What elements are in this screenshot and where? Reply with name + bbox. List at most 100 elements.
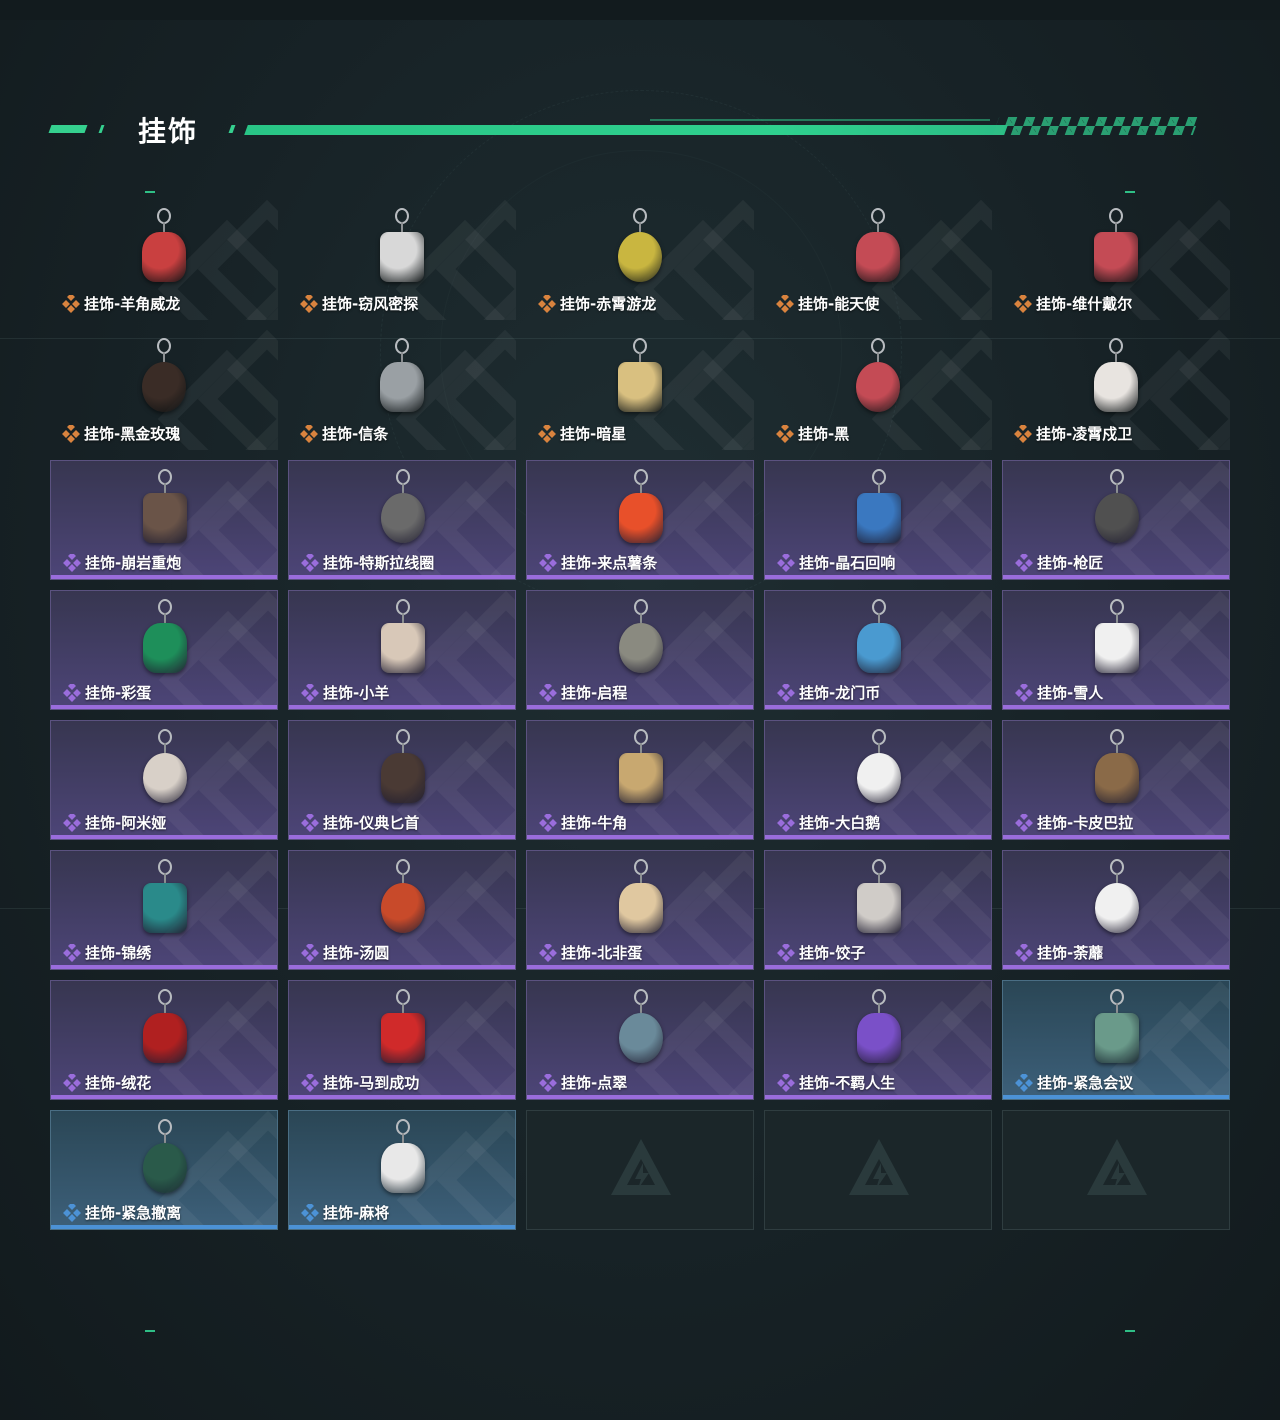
charm-card[interactable]: 挂饰-龙门币	[764, 590, 992, 710]
charm-card[interactable]: 挂饰-信条	[288, 330, 516, 450]
charm-body	[1095, 623, 1139, 673]
charm-card[interactable]: 挂饰-晶石回响	[764, 460, 992, 580]
charm-body	[381, 1013, 425, 1063]
rarity-diamond-icon	[1015, 1074, 1033, 1092]
charm-card[interactable]: 挂饰-牛角	[526, 720, 754, 840]
rarity-diamond-icon	[301, 684, 319, 702]
sheep-charm-icon	[373, 599, 433, 679]
charm-body	[380, 232, 424, 282]
header-accent-bar	[98, 125, 105, 133]
rarity-bar	[527, 835, 753, 839]
charm-card[interactable]: 挂饰-阿米娅	[50, 720, 278, 840]
charm-card[interactable]: 挂饰-马到成功	[288, 980, 516, 1100]
charm-card[interactable]: 挂饰-黑金玫瑰	[50, 330, 278, 450]
charm-name: 挂饰-羊角威龙	[84, 295, 181, 313]
charm-name: 挂饰-雪人	[1037, 684, 1104, 702]
charm-body	[619, 623, 663, 673]
charm-card[interactable]: 挂饰-点翠	[526, 980, 754, 1100]
charm-body	[142, 232, 186, 282]
charm-card[interactable]: 挂饰-维什戴尔	[1002, 200, 1230, 320]
charm-name: 挂饰-麻将	[323, 1204, 390, 1222]
chain-icon	[164, 873, 166, 883]
charm-body	[619, 1013, 663, 1063]
header-accent-bar	[48, 125, 88, 133]
charm-card[interactable]: 挂饰-汤圆	[288, 850, 516, 970]
sneaker-charm-icon	[849, 989, 909, 1069]
charm-name: 挂饰-暗星	[560, 425, 627, 443]
charm-name: 挂饰-汤圆	[323, 944, 390, 962]
rarity-diamond-icon	[63, 684, 81, 702]
chain-icon	[163, 222, 165, 232]
charm-name: 挂饰-晶石回响	[799, 554, 896, 572]
chain-icon	[164, 1003, 166, 1013]
charm-body	[857, 493, 901, 543]
charm-card[interactable]: 挂饰-北非蛋	[526, 850, 754, 970]
header-accent-bar	[228, 125, 236, 133]
corner-tick	[1125, 191, 1135, 193]
rarity-bar	[289, 965, 515, 969]
charm-card[interactable]: 挂饰-暗星	[526, 330, 754, 450]
charm-card[interactable]: 挂饰-卡皮巴拉	[1002, 720, 1230, 840]
rarity-bar	[1003, 1095, 1229, 1099]
charm-name: 挂饰-赤霄游龙	[560, 295, 657, 313]
charm-card[interactable]: 挂饰-大白鹅	[764, 720, 992, 840]
charm-card[interactable]: 挂饰-荼蘼	[1002, 850, 1230, 970]
charm-card[interactable]: 挂饰-小羊	[288, 590, 516, 710]
chain-icon	[1116, 483, 1118, 493]
rarity-bar	[1003, 965, 1229, 969]
charm-card[interactable]: 挂饰-来点薯条	[526, 460, 754, 580]
goose-charm-icon	[849, 729, 909, 809]
charm-card[interactable]: 挂饰-紧急会议	[1002, 980, 1230, 1100]
charm-card[interactable]: 挂饰-窃风密探	[288, 200, 516, 320]
charm-name: 挂饰-大白鹅	[799, 814, 881, 832]
charm-name: 挂饰-信条	[322, 425, 389, 443]
rarity-bar	[51, 965, 277, 969]
section-header: 挂饰	[48, 108, 1210, 148]
charm-card[interactable]: 挂饰-黑	[764, 330, 992, 450]
charm-card[interactable]: 挂饰-彩蛋	[50, 590, 278, 710]
charm-card[interactable]: 挂饰-崩岩重炮	[50, 460, 278, 580]
chain-icon	[878, 1003, 880, 1013]
charm-card[interactable]: 挂饰-饺子	[764, 850, 992, 970]
charm-body	[381, 623, 425, 673]
charm-card[interactable]: 挂饰-紧急撤离	[50, 1110, 278, 1230]
charm-name: 挂饰-彩蛋	[85, 684, 152, 702]
rarity-bar	[527, 1095, 753, 1099]
charm-card[interactable]: 挂饰-枪匠	[1002, 460, 1230, 580]
charm-name: 挂饰-启程	[561, 684, 628, 702]
rarity-bar	[1002, 316, 1230, 320]
rarity-diamond-icon	[300, 425, 318, 443]
chain-icon	[877, 352, 879, 362]
header-thin-line	[650, 119, 990, 121]
charm-card[interactable]: 挂饰-特斯拉线圈	[288, 460, 516, 580]
chain-icon	[402, 1003, 404, 1013]
rarity-bar	[1003, 575, 1229, 579]
figure-charm-icon	[135, 469, 195, 549]
rarity-diamond-icon	[301, 1204, 319, 1222]
charm-card[interactable]: 挂饰-绒花	[50, 980, 278, 1100]
charm-name: 挂饰-锦绣	[85, 944, 152, 962]
chain-icon	[1116, 873, 1118, 883]
corner-tick	[145, 1330, 155, 1332]
charm-card[interactable]: 挂饰-锦绣	[50, 850, 278, 970]
hairpin-charm-icon	[611, 989, 671, 1069]
rarity-diamond-icon	[538, 295, 556, 313]
charm-card[interactable]: 挂饰-不羁人生	[764, 980, 992, 1100]
charm-card[interactable]: 挂饰-羊角威龙	[50, 200, 278, 320]
charm-card[interactable]: 挂饰-启程	[526, 590, 754, 710]
bird-charm-icon	[610, 338, 670, 418]
chain-icon	[164, 613, 166, 623]
rarity-bar	[289, 1225, 515, 1229]
charm-card[interactable]: 挂饰-能天使	[764, 200, 992, 320]
charm-card[interactable]: 挂饰-凌霄戍卫	[1002, 330, 1230, 450]
rarity-bar	[51, 705, 277, 709]
rarity-diamond-icon	[1015, 944, 1033, 962]
rarity-bar	[527, 705, 753, 709]
charm-card[interactable]: 挂饰-雪人	[1002, 590, 1230, 710]
rarity-bar	[288, 446, 516, 450]
charm-card[interactable]: 挂饰-赤霄游龙	[526, 200, 754, 320]
chain-icon	[164, 1133, 166, 1143]
charm-card[interactable]: 挂饰-麻将	[288, 1110, 516, 1230]
charm-card[interactable]: 挂饰-仪典匕首	[288, 720, 516, 840]
rarity-bar	[289, 1095, 515, 1099]
